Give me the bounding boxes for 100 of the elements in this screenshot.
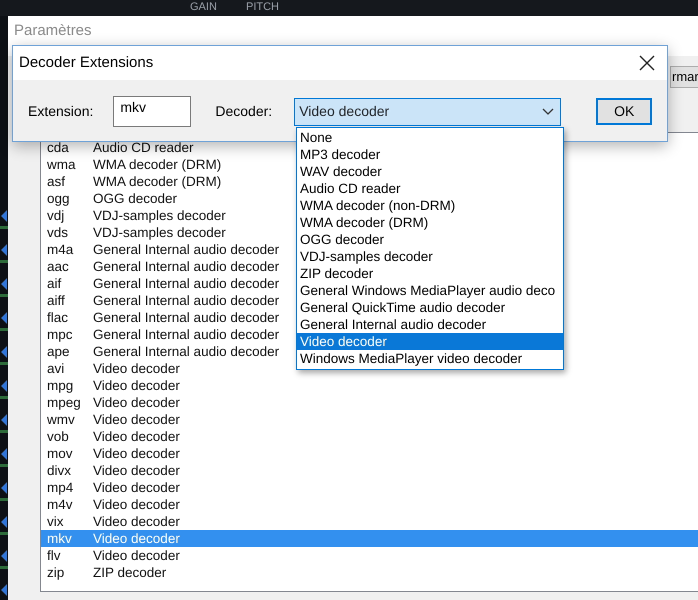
list-row[interactable]: divx Video decoder [41, 462, 180, 479]
dropdown-option[interactable]: Windows MediaPlayer video decoder [297, 350, 563, 367]
list-row[interactable]: m4v Video decoder [41, 496, 180, 513]
list-row[interactable]: flac General Internal audio decoder [41, 309, 280, 326]
list-row[interactable]: aif General Internal audio decoder [41, 275, 280, 292]
dropdown-option[interactable]: MP3 decoder [297, 146, 563, 163]
list-row[interactable]: mpeg Video decoder [41, 394, 180, 411]
list-row[interactable]: mp4 Video decoder [41, 479, 180, 496]
decoder-text: Video decoder [93, 513, 180, 530]
dropdown-option[interactable]: General Windows MediaPlayer audio deco [297, 282, 563, 299]
extension-text: m4v [46, 496, 74, 513]
decoder-text: General Internal audio decoder [93, 275, 280, 292]
list-row[interactable]: wmv Video decoder [41, 411, 180, 428]
dialog-title: Decoder Extensions [19, 52, 154, 73]
extension-text: mkv [46, 530, 73, 547]
extension-text: flv [46, 547, 62, 564]
decoder-label: Decoder: [215, 102, 272, 121]
decoder-text: General Internal audio decoder [93, 292, 280, 309]
dropdown-option[interactable]: WAV decoder [297, 163, 563, 180]
extension-text: vix [46, 513, 64, 530]
list-row[interactable]: mpg Video decoder [41, 377, 180, 394]
extension-text: vds [46, 224, 70, 241]
extension-text: flac [46, 309, 70, 326]
decoder-text: General Internal audio decoder [93, 326, 280, 343]
dropdown-value: Video decoder [299, 102, 390, 121]
list-row[interactable]: m4a General Internal audio decoder [41, 241, 280, 258]
extension-text: asf [46, 173, 66, 190]
decoder-text: General Internal audio decoder [93, 241, 280, 258]
decoder-text: Video decoder [93, 530, 180, 547]
extension-text: zip [46, 564, 66, 581]
list-row[interactable]: vob Video decoder [41, 428, 180, 445]
extension-text: avi [46, 360, 66, 377]
decoder-text: Video decoder [93, 462, 180, 479]
extension-text: mp4 [46, 479, 74, 496]
extension-text: vob [46, 428, 70, 445]
extension-text: mpg [46, 377, 74, 394]
list-row[interactable]: wma WMA decoder (DRM) [41, 156, 222, 173]
extension-text: cda [46, 139, 70, 156]
dropdown-option[interactable]: ZIP decoder [297, 265, 563, 282]
extension-text: ogg [46, 190, 71, 207]
decoder-text: Video decoder [93, 479, 180, 496]
panel-label: GAIN [190, 1, 217, 14]
decoder-text: Video decoder [93, 496, 180, 513]
dropdown-option[interactable]: General QuickTime audio decoder [297, 299, 563, 316]
dropdown-option[interactable]: Audio CD reader [297, 180, 563, 197]
decoder-text: Video decoder [93, 411, 180, 428]
decoder-text: Video decoder [93, 377, 180, 394]
list-row[interactable]: mpc General Internal audio decoder [41, 326, 280, 343]
extension-text: mov [46, 445, 74, 462]
decoder-text: Video decoder [93, 428, 180, 445]
extension-text: ape [46, 343, 71, 360]
decoder-text: Video decoder [93, 445, 180, 462]
decoder-text: OGG decoder [93, 190, 178, 207]
list-row[interactable]: aiff General Internal audio decoder [41, 292, 280, 309]
list-row[interactable]: vdj VDJ-samples decoder [41, 207, 226, 224]
extension-text: aac [46, 258, 70, 275]
extension-text: wmv [46, 411, 76, 428]
extension-text: aif [46, 275, 62, 292]
dropdown-option[interactable]: Video decoder [297, 333, 563, 350]
list-row[interactable]: mov Video decoder [41, 445, 180, 462]
dropdown-option[interactable]: OGG decoder [297, 231, 563, 248]
decoder-text: WMA decoder (DRM) [93, 173, 222, 190]
dropdown-option[interactable]: VDJ-samples decoder [297, 248, 563, 265]
dropdown-option[interactable]: WMA decoder (non-DRM) [297, 197, 563, 214]
decoder-text: Video decoder [93, 547, 180, 564]
decoder-dropdown[interactable]: Video decoder [294, 98, 562, 126]
dropdown-option[interactable]: None [297, 129, 563, 146]
extension-label: Extension: [28, 102, 94, 121]
decoder-text: ZIP decoder [93, 564, 166, 581]
decoder-text: VDJ-samples decoder [93, 224, 226, 241]
decoder-text: General Internal audio decoder [93, 309, 280, 326]
list-row[interactable]: flv Video decoder [41, 547, 180, 564]
list-row[interactable]: asf WMA decoder (DRM) [41, 173, 222, 190]
list-row[interactable]: avi Video decoder [41, 360, 180, 377]
extension-text: vdj [46, 207, 66, 224]
extension-field[interactable]: mkv [113, 96, 192, 127]
extension-text: m4a [46, 241, 74, 258]
list-row[interactable]: vds VDJ-samples decoder [41, 224, 226, 241]
extension-text: aiff [46, 292, 66, 309]
window-title: Paramètres [14, 21, 92, 41]
list-row[interactable]: cda Audio CD reader [41, 139, 194, 156]
extension-text: wma [46, 156, 77, 173]
extension-text: mpc [46, 326, 74, 343]
ok-button[interactable]: OK [596, 98, 652, 125]
decoder-text: VDJ-samples decoder [93, 207, 226, 224]
list-row[interactable]: vix Video decoder [41, 513, 180, 530]
caret-icon [542, 108, 554, 116]
dropdown-option[interactable]: General Internal audio decoder [297, 316, 563, 333]
list-row[interactable]: ogg OGG decoder [41, 190, 178, 207]
list-row[interactable]: ape General Internal audio decoder [41, 343, 280, 360]
extension-text: divx [46, 462, 72, 479]
decoder-text: Video decoder [93, 360, 180, 377]
dropdown-option[interactable]: WMA decoder (DRM) [297, 214, 563, 231]
decoder-text: WMA decoder (DRM) [93, 156, 222, 173]
decoder-text: Audio CD reader [93, 139, 194, 156]
list-row[interactable]: zip ZIP decoder [41, 564, 166, 581]
close-button[interactable] [637, 53, 657, 73]
extension-text: mpeg [46, 394, 82, 411]
close-icon [639, 55, 655, 71]
list-row[interactable]: aac General Internal audio decoder [41, 258, 280, 275]
